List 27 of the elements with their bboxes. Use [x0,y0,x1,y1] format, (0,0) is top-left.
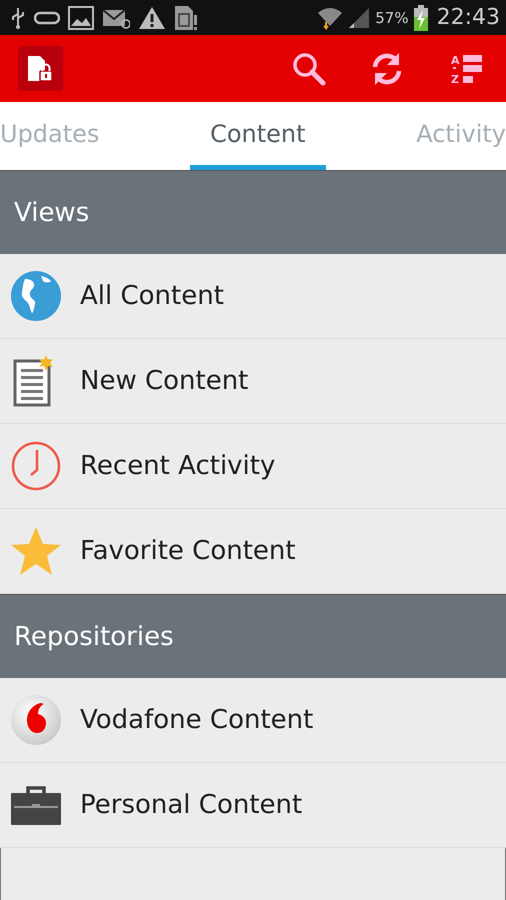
star-icon [11,527,61,575]
signal-icon [347,6,372,28]
item-label: Vodafone Content [80,705,314,735]
wifi-icon [317,6,344,30]
clock-time: 22:43 [436,5,500,30]
image-icon [68,6,94,30]
refresh-icon[interactable] [370,50,404,86]
battery-charging-icon [412,4,429,30]
section-header: Views [0,170,506,254]
usb-icon [10,6,26,30]
item-label: Recent Activity [80,451,276,481]
battery-percent: 57% [375,8,409,26]
warning-icon [138,6,166,30]
clock-icon [11,441,61,491]
mail-icon [102,6,130,28]
section-header: Repositories [0,594,506,678]
item-label: Favorite Content [80,536,296,566]
vodafone-logo-icon [11,695,61,745]
sim-card-icon [174,4,198,30]
search-icon[interactable] [292,52,326,86]
item-label: Personal Content [80,790,302,820]
globe-icon [11,271,61,321]
item-label: New Content [80,366,248,396]
document-icon [11,355,53,407]
briefcase-icon [11,785,61,825]
app-logo-icon[interactable] [18,46,63,91]
item-label: All Content [80,281,224,311]
